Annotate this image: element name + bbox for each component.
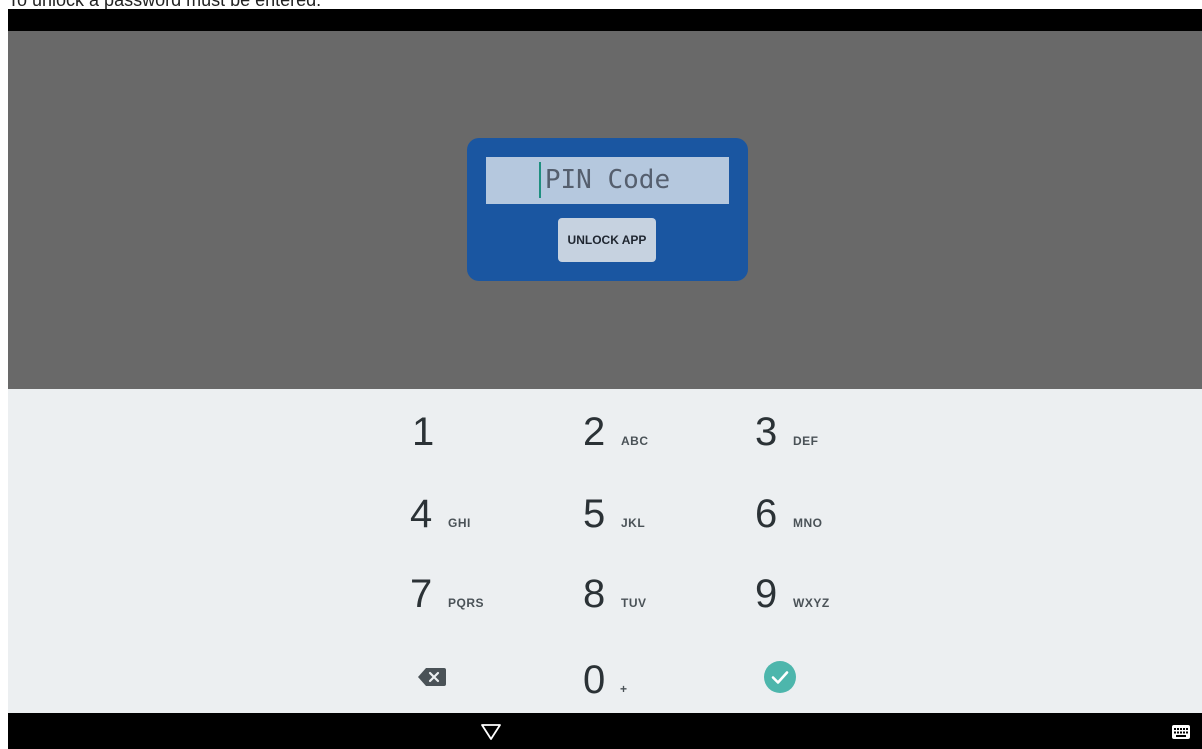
- key-letters: JKL: [621, 516, 646, 530]
- key-2[interactable]: 2 ABC: [583, 392, 733, 472]
- key-4[interactable]: 4 GHI: [410, 474, 560, 554]
- key-9[interactable]: 9 WXYZ: [755, 554, 905, 634]
- key-7[interactable]: 7 PQRS: [410, 554, 560, 634]
- key-digit: 8: [583, 572, 606, 616]
- key-letters: GHI: [448, 516, 471, 530]
- backspace-icon[interactable]: [418, 668, 446, 686]
- key-5[interactable]: 5 JKL: [583, 474, 733, 554]
- keyboard-icon[interactable]: [1172, 725, 1190, 739]
- key-8[interactable]: 8 TUV: [583, 554, 733, 634]
- key-digit: 5: [583, 492, 606, 536]
- navigation-bar: [8, 713, 1202, 749]
- key-letters: +: [620, 682, 628, 696]
- key-digit: 7: [410, 572, 433, 616]
- key-letters: PQRS: [448, 596, 485, 610]
- key-1[interactable]: 1: [412, 392, 562, 472]
- unlock-app-button[interactable]: UNLOCK APP: [558, 218, 656, 262]
- key-letters: ABC: [621, 434, 649, 448]
- key-digit: 2: [583, 410, 606, 454]
- key-digit: 3: [755, 410, 778, 454]
- key-3[interactable]: 3 DEF: [755, 392, 905, 472]
- text-cursor: [539, 162, 541, 198]
- key-digit: 6: [755, 492, 778, 536]
- unlock-dialog: PIN Code UNLOCK APP: [467, 138, 748, 281]
- key-digit: 4: [410, 492, 433, 536]
- key-letters: TUV: [621, 596, 647, 610]
- status-bar: [8, 9, 1202, 31]
- key-0[interactable]: 0 +: [583, 640, 733, 720]
- key-digit: 9: [755, 572, 778, 616]
- key-letters: MNO: [793, 516, 823, 530]
- key-digit: 1: [412, 410, 435, 454]
- back-triangle-icon[interactable]: [480, 723, 502, 741]
- key-letters: WXYZ: [793, 596, 830, 610]
- key-letters: DEF: [793, 434, 819, 448]
- pin-placeholder: PIN Code: [544, 165, 671, 195]
- pin-code-input[interactable]: PIN Code: [486, 157, 729, 204]
- key-digit: 0: [583, 658, 606, 702]
- check-icon[interactable]: [764, 661, 796, 693]
- key-6[interactable]: 6 MNO: [755, 474, 905, 554]
